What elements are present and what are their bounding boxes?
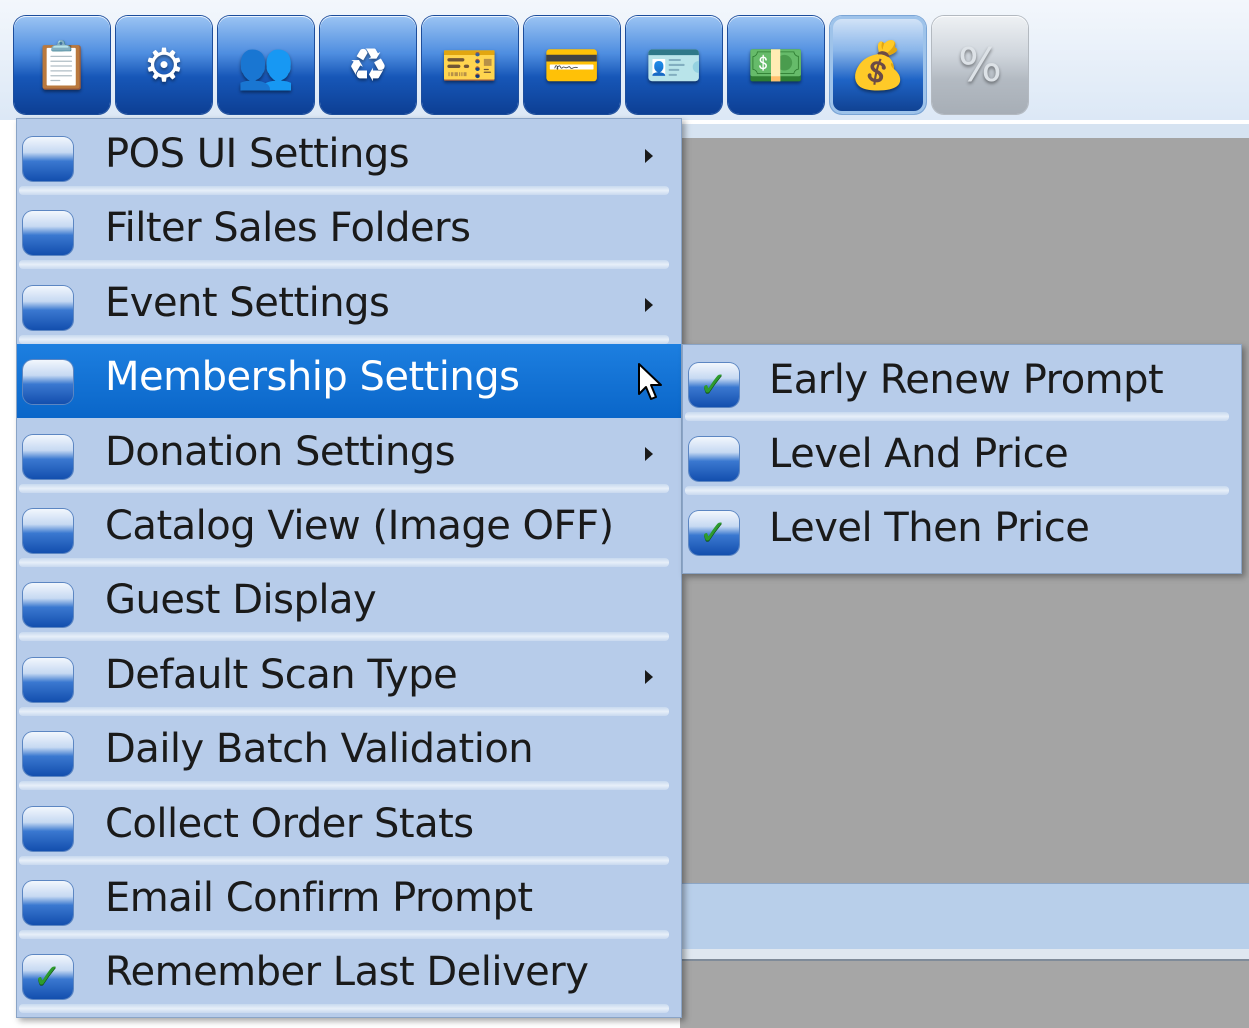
menu-item-membership-settings[interactable]: Membership Settings	[17, 344, 681, 419]
membership-settings-submenu: Early Renew Prompt Level And Price Level T…	[682, 344, 1242, 574]
menu-bullet-icon	[689, 437, 739, 481]
submenu-arrow-icon	[645, 297, 653, 312]
toolbar-button-money-bag[interactable]: 💰	[830, 16, 926, 114]
menu-item-label: Remember Last Delivery	[105, 949, 589, 996]
submenu-item-level-then-price[interactable]: Level Then Price	[683, 495, 1241, 569]
menu-separator	[19, 558, 669, 567]
menu-bullet-icon	[23, 732, 73, 777]
menu-item-email-confirm-prompt[interactable]: Email Confirm Prompt	[17, 865, 681, 939]
menu-bullet-icon	[23, 509, 73, 553]
menu-item-label: Collect Order Stats	[105, 800, 474, 847]
menu-item-label: Catalog View (Image OFF)	[105, 503, 614, 549]
mouse-pointer-icon	[638, 363, 662, 401]
submenu-item-early-renew-prompt[interactable]: Early Renew Prompt	[683, 347, 1241, 421]
menu-bullet-icon	[23, 434, 73, 479]
menu-item-event-settings[interactable]: Event Settings	[17, 270, 681, 344]
checkmark-icon	[689, 511, 739, 555]
menu-item-label: Daily Batch Validation	[105, 726, 534, 773]
toolbar-button-gears[interactable]: ⚙	[116, 16, 212, 114]
users-icon: 👥	[237, 38, 295, 92]
checkmark-icon	[689, 363, 739, 407]
menu-separator	[19, 781, 669, 791]
menu-separator	[19, 483, 669, 493]
submenu-arrow-icon	[645, 446, 653, 461]
id-card-icon: 🪪	[645, 38, 703, 92]
toolbar-button-refresh[interactable]: ♻	[320, 16, 416, 114]
submenu-item-label: Level And Price	[769, 431, 1069, 477]
status-divider	[680, 949, 1249, 961]
menu-item-label: Event Settings	[105, 279, 390, 326]
menu-item-catalog-view-image-off[interactable]: Catalog View (Image OFF)	[17, 493, 681, 567]
menu-item-filter-sales-folders[interactable]: Filter Sales Folders	[17, 195, 681, 270]
menu-item-label: POS UI Settings	[105, 131, 410, 177]
ticket-icon: 🎫	[441, 38, 499, 92]
menu-separator	[19, 260, 669, 270]
menu-item-label: Donation Settings	[105, 428, 456, 475]
refresh-icon: ♻	[347, 38, 389, 92]
menu-separator	[19, 1004, 669, 1014]
menu-item-label: Default Scan Type	[105, 651, 458, 698]
menu-separator	[19, 334, 669, 344]
menu-bullet-icon	[23, 211, 73, 256]
toolbar-button-percent: %	[932, 16, 1028, 114]
menu-separator	[19, 632, 669, 642]
gears-icon: ⚙	[143, 38, 185, 92]
toolbar-button-card[interactable]: 💳	[524, 16, 620, 114]
menu-item-label: Guest Display	[105, 577, 377, 624]
card-icon: 💳	[543, 38, 601, 92]
menu-item-label: Membership Settings	[105, 354, 520, 401]
toolbar-button-clipboard[interactable]: 📋	[14, 16, 110, 114]
percent-icon: %	[958, 38, 1002, 92]
toolbar-button-payment[interactable]: 💵	[728, 16, 824, 114]
status-panel	[680, 883, 1249, 950]
menu-item-daily-batch-validation[interactable]: Daily Batch Validation	[17, 716, 681, 791]
menu-separator	[19, 186, 669, 195]
payment-icon: 💵	[747, 38, 805, 92]
menu-separator	[19, 930, 669, 939]
menu-separator	[685, 486, 1229, 495]
menu-bullet-icon	[23, 881, 73, 925]
submenu-item-label: Level Then Price	[769, 505, 1090, 551]
money-bag-icon: 💰	[849, 38, 907, 92]
submenu-arrow-icon	[645, 149, 653, 163]
toolbar-button-id-card[interactable]: 🪪	[626, 16, 722, 114]
menu-item-label: Email Confirm Prompt	[105, 875, 533, 921]
menu-bullet-icon	[23, 137, 73, 181]
submenu-item-level-and-price[interactable]: Level And Price	[683, 421, 1241, 495]
settings-menu: POS UI Settings Filter Sales Folders Event…	[16, 118, 682, 1018]
menu-separator	[19, 855, 669, 865]
menu-item-donation-settings[interactable]: Donation Settings	[17, 419, 681, 493]
menu-item-collect-order-stats[interactable]: Collect Order Stats	[17, 791, 681, 865]
submenu-arrow-icon	[645, 669, 653, 684]
submenu-item-label: Early Renew Prompt	[769, 357, 1164, 403]
menu-bullet-icon	[23, 285, 73, 330]
toolbar-button-users[interactable]: 👥	[218, 16, 314, 114]
menu-item-pos-ui-settings[interactable]: POS UI Settings	[17, 121, 681, 195]
menu-bullet-icon	[23, 806, 73, 851]
menu-separator	[19, 706, 669, 716]
toolbar-button-ticket[interactable]: 🎫	[422, 16, 518, 114]
menu-item-default-scan-type[interactable]: Default Scan Type	[17, 642, 681, 716]
menu-item-remember-last-delivery[interactable]: Remember Last Delivery	[17, 939, 681, 1014]
menu-bullet-icon	[23, 583, 73, 628]
menu-item-label: Filter Sales Folders	[105, 205, 471, 252]
checkmark-icon	[23, 955, 73, 1000]
menu-separator	[685, 412, 1229, 421]
menu-bullet-icon	[23, 657, 73, 702]
menu-bullet-icon	[23, 360, 73, 405]
menu-item-guest-display[interactable]: Guest Display	[17, 567, 681, 642]
clipboard-icon: 📋	[33, 38, 91, 92]
bottom-pane	[680, 961, 1249, 1028]
